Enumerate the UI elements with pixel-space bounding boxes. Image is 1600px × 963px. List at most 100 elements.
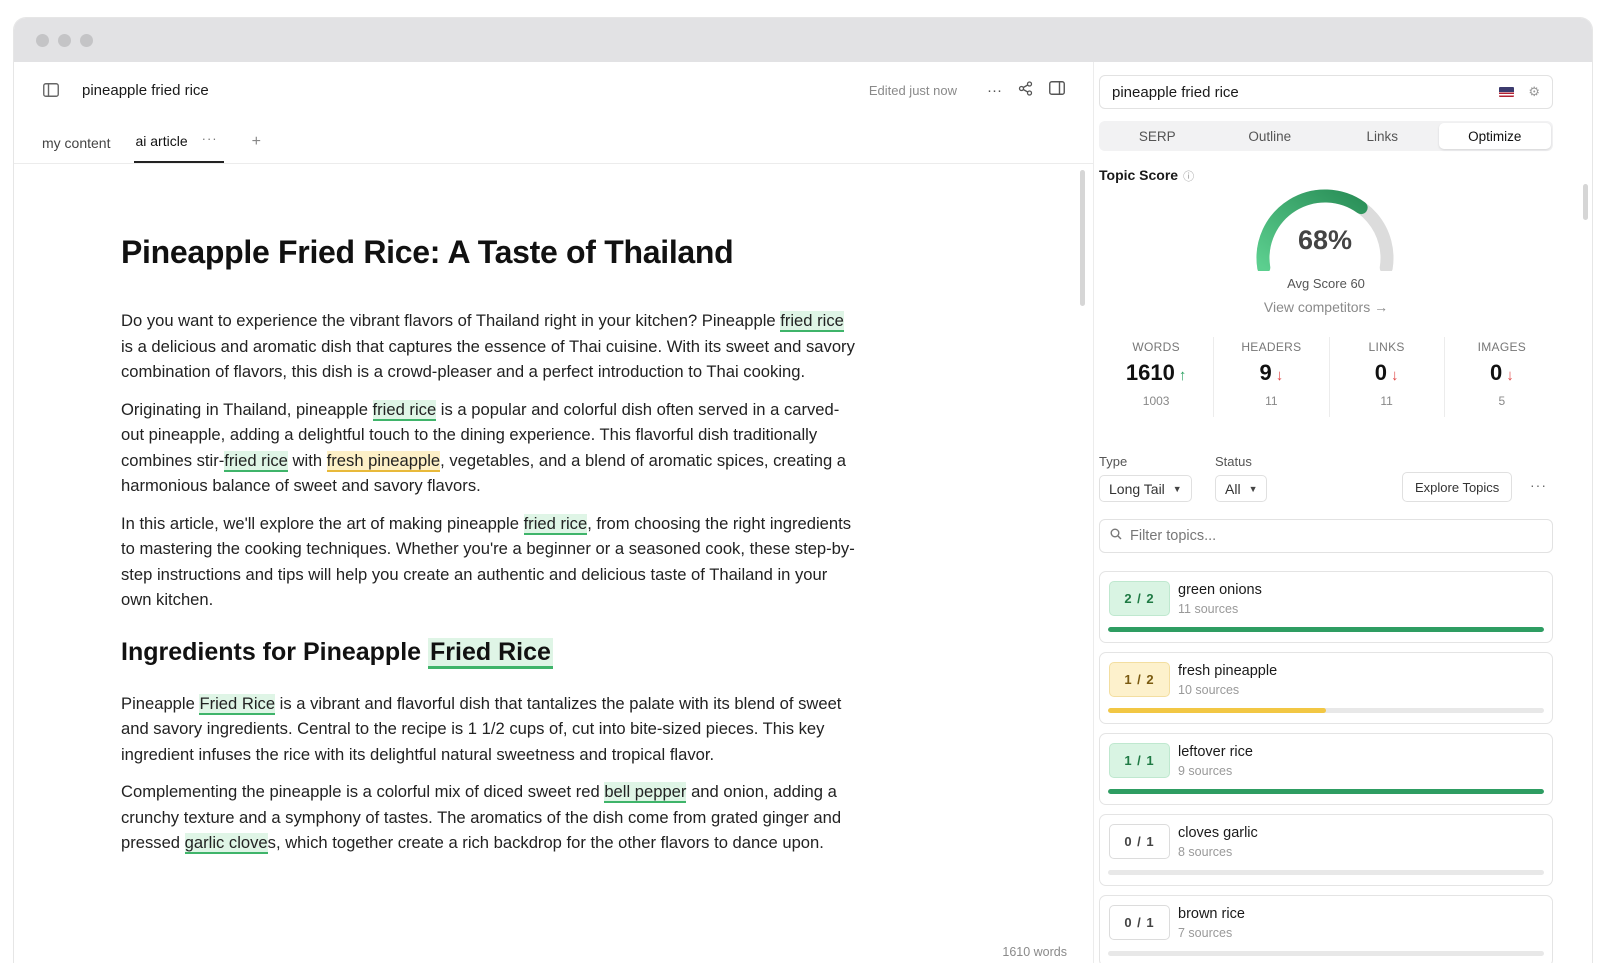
document-title[interactable]: pineapple fried rice [82,82,209,99]
tab-my-content[interactable]: my content [42,135,110,163]
paragraph[interactable]: Originating in Thailand, pineapple fried… [121,397,856,499]
topic-progress-fill [1108,789,1544,794]
tab-ai-article-label: ai article [135,133,188,149]
status-label: Status [1215,454,1252,469]
topic-name: brown rice [1178,906,1245,922]
window-close-dot[interactable] [36,33,49,47]
topic-score-value: 68% [1297,225,1353,255]
panel-tabs: SERP Outline Links Optimize [1099,121,1553,151]
topic-progress-fill [1108,627,1544,632]
us-flag-icon[interactable] [1499,87,1515,97]
stat-words: WORDS 1610 ↑ 1003 [1125,340,1187,408]
stat-headers: HEADERS 9 ↓ 11 [1213,337,1328,417]
topic-progress-track [1108,870,1544,875]
keyword-highlight[interactable]: Fried Rice [199,693,276,715]
chevron-down-icon: ▼ [1248,483,1258,494]
more-options-icon[interactable]: ··· [987,82,1002,99]
topic-progress-fill [1108,708,1326,713]
window-minimize-dot[interactable] [58,33,71,47]
editor-content-area[interactable]: Pineapple Fried Rice: A Taste of Thailan… [14,164,1093,963]
add-tab-icon[interactable]: + [252,133,261,163]
tab-serp[interactable]: SERP [1101,123,1214,149]
keyword-highlight[interactable]: Fried Rice [428,637,553,669]
topic-progress-track [1108,789,1544,794]
title-bar [14,18,1592,62]
topic-count-badge: 1 / 2 [1109,662,1170,697]
editor-scrollbar[interactable] [1080,170,1085,306]
topic-count-badge: 1 / 1 [1109,743,1170,778]
paragraph[interactable]: Do you want to experience the vibrant fl… [121,308,856,385]
tab-optimize[interactable]: Optimize [1438,123,1551,149]
chevron-down-icon: ▼ [1172,483,1182,494]
window-maximize-dot[interactable] [80,33,93,47]
editor-pane: pineapple fried rice Edited just now ···… [14,62,1094,963]
topic-name: cloves garlic [1178,825,1258,841]
topic-progress-track [1108,951,1544,956]
stat-images: IMAGES 0 ↓ 5 [1443,337,1559,417]
panel-scrollbar[interactable] [1583,184,1588,220]
type-select[interactable]: Long Tail ▼ [1099,475,1192,502]
section-heading[interactable]: Ingredients for Pineapple Fried Rice [121,635,856,669]
arrow-down-icon: ↓ [1275,367,1284,384]
keyword-highlight[interactable]: fried rice [224,450,288,472]
keyword-highlight[interactable]: fried rice [372,399,437,421]
arrow-down-icon: ↓ [1391,367,1399,384]
topic-sources: 9 sources [1178,764,1233,778]
topic-sources: 11 sources [1178,602,1239,616]
keyword-highlight-partial[interactable]: fresh pineapple [326,450,441,472]
search-icon [1110,528,1122,544]
tab-outline[interactable]: Outline [1214,123,1327,149]
topic-progress-track [1108,627,1544,632]
status-select[interactable]: All ▼ [1215,475,1268,502]
share-icon[interactable] [1018,80,1033,100]
topic-progress-track [1108,708,1544,713]
filter-topics-input[interactable]: Filter topics... [1099,519,1553,553]
article-body[interactable]: Pineapple Fried Rice: A Taste of Thailan… [121,232,856,868]
topic-count-badge: 0 / 1 [1109,905,1170,940]
edited-status: Edited just now [868,82,957,98]
paragraph[interactable]: In this article, we'll explore the art o… [121,511,856,613]
topic-card[interactable]: 1 / 1 leftover rice 9 sources [1099,733,1553,805]
topic-sources: 7 sources [1178,926,1233,940]
document-tabs: my content ai article ··· + [14,118,1093,164]
paragraph[interactable]: Complementing the pineapple is a colorfu… [121,779,856,856]
keyword-highlight[interactable]: bell pepper [604,782,687,803]
topic-card[interactable]: 0 / 1 cloves garlic 8 sources [1099,814,1553,886]
keyword-highlight[interactable]: fried rice [780,311,844,332]
explore-topics-button[interactable]: Explore Topics [1402,472,1513,502]
view-competitors-link[interactable]: View competitors → [1099,299,1553,315]
keyword-highlight[interactable]: fried rice [523,513,588,535]
tab-more-icon[interactable]: ··· [202,131,218,146]
arrow-up-icon: ↑ [1178,367,1187,384]
keyword-text: pineapple fried rice [1112,83,1239,101]
topic-card[interactable]: 2 / 2 green onions 11 sources [1099,571,1553,643]
topic-score-heading: Topic Score ⓘ [1099,167,1195,183]
arrow-down-icon: ↓ [1506,367,1514,384]
topic-card[interactable]: 1 / 2 fresh pineapple 10 sources [1099,652,1553,724]
panel-toggle-icon[interactable] [1049,81,1065,99]
sidebar-toggle-icon[interactable] [40,79,62,101]
stat-links: LINKS 0 ↓ 11 [1328,337,1444,417]
more-options-icon[interactable]: ··· [1530,477,1547,493]
article-title[interactable]: Pineapple Fried Rice: A Taste of Thailan… [121,232,856,272]
keyword-highlight[interactable]: garlic clove [184,833,268,854]
tab-links[interactable]: Links [1326,123,1439,149]
type-label: Type [1099,454,1128,469]
content-stats: WORDS 1610 ↑ 1003 HEADERS 9 ↓ 11 LINKS 0 ↓ … [1099,337,1559,417]
optimize-panel: pineapple fried rice ⚙ SERP Outline Link… [1094,62,1592,963]
topic-name: green onions [1178,582,1262,598]
gear-icon[interactable]: ⚙ [1528,84,1540,100]
editor-header: pineapple fried rice Edited just now ··· [14,62,1093,118]
keyword-input[interactable]: pineapple fried rice ⚙ [1099,75,1553,109]
info-icon[interactable]: ⓘ [1183,171,1194,183]
word-count: 1610 words [1002,945,1067,959]
topic-sources: 8 sources [1178,845,1233,859]
topic-name: leftover rice [1178,744,1253,760]
arrow-right-icon: → [1374,299,1389,315]
paragraph[interactable]: Pineapple Fried Rice is a vibrant and fl… [121,691,856,768]
topic-count-badge: 2 / 2 [1109,581,1170,616]
topic-card[interactable]: 0 / 1 brown rice 7 sources [1099,895,1553,963]
app-window: pineapple fried rice Edited just now ···… [14,18,1592,963]
tab-ai-article[interactable]: ai article ··· [134,131,224,163]
topic-name: fresh pineapple [1178,663,1278,679]
